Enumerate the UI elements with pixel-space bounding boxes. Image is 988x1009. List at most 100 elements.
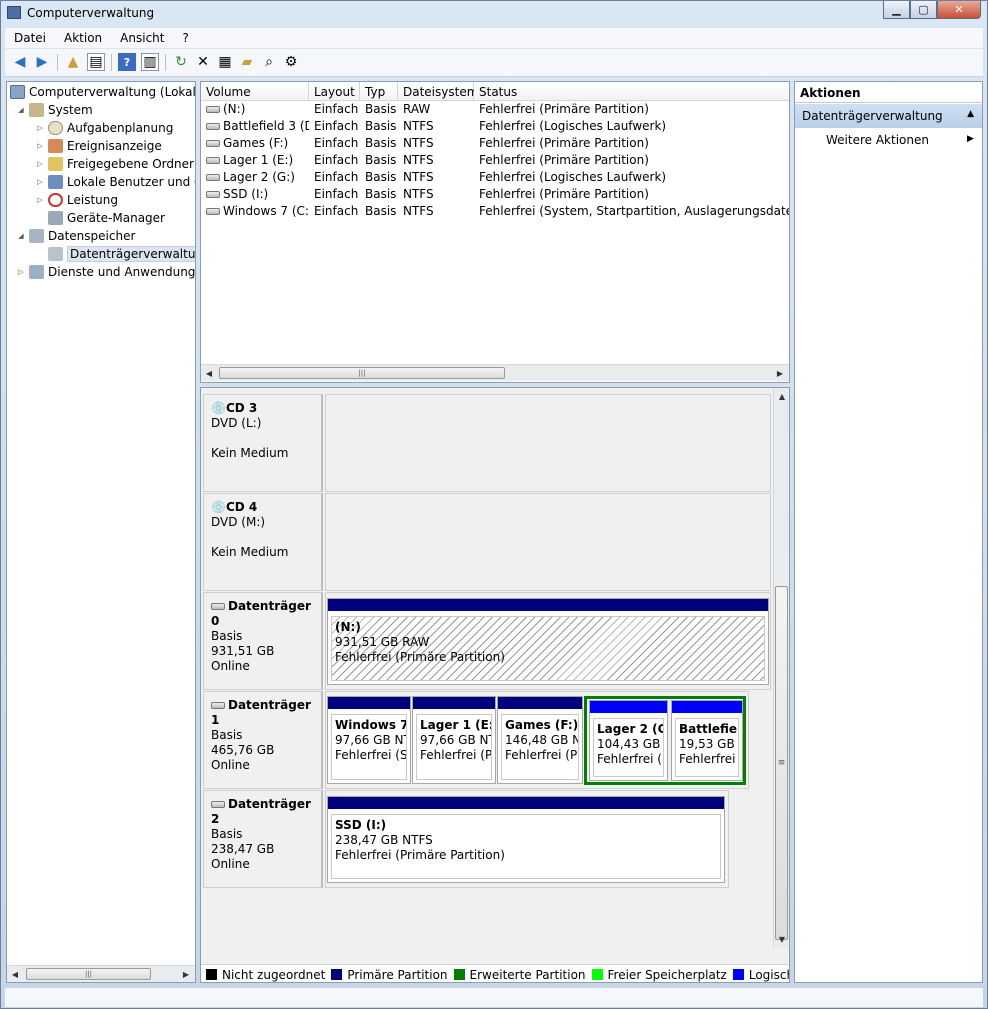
partition-n[interactable]: (N:) 931,51 GB RAW Fehlerfrei (Primäre P… — [327, 598, 769, 685]
help-icon[interactable]: ? — [118, 53, 136, 71]
tree-item-datenspeicher[interactable]: ◢ Datenspeicher — [16, 227, 135, 245]
partition-lager1[interactable]: Lager 1 (E:) 97,66 GB NTF Fehlerfrei (Pr… — [412, 696, 496, 784]
volume-row[interactable]: Games (F:) — [201, 136, 309, 153]
volume-cell[interactable]: Fehlerfrei (Logisches Laufwerk) — [474, 119, 789, 136]
tree-item-system[interactable]: ◢ System — [16, 101, 93, 119]
forward-arrow-icon[interactable]: ▶ — [33, 53, 51, 71]
volume-cell[interactable]: Einfach — [309, 136, 360, 153]
scroll-down-icon[interactable]: ▼ — [774, 931, 789, 947]
tree-item-dienste[interactable]: ▷ Dienste und Anwendungen — [16, 263, 195, 281]
partition-games[interactable]: Games (F:) 146,48 GB NTI Fehlerfrei (Pri… — [497, 696, 583, 784]
tree-item-aufgabenplanung[interactable]: ▷ Aufgabenplanung — [35, 119, 173, 137]
volume-cell[interactable]: Basis — [360, 153, 398, 170]
column-header-status[interactable]: Status — [474, 82, 789, 101]
scroll-up-icon[interactable]: ▲ — [774, 388, 789, 404]
scroll-right-icon[interactable]: ▶ — [772, 365, 788, 381]
disk-label-disk1[interactable]: Datenträger 1 Basis 465,76 GB Online — [203, 691, 323, 789]
action-weitere-aktionen[interactable]: Weitere Aktionen — [826, 133, 929, 147]
disk-label-cd4[interactable]: 💿CD 4 DVD (M:) Kein Medium — [203, 493, 323, 591]
actions-section-datentraegerverwaltung[interactable]: Datenträgerverwaltung ▲ — [795, 104, 982, 128]
scroll-left-icon[interactable]: ◀ — [201, 365, 217, 381]
volume-cell[interactable]: Einfach — [309, 119, 360, 136]
volume-cell[interactable]: Einfach — [309, 170, 360, 187]
volume-row[interactable]: (N:) — [201, 102, 309, 119]
volume-cell[interactable]: Fehlerfrei (Primäre Partition) — [474, 153, 789, 170]
volume-cell[interactable]: Basis — [360, 204, 398, 221]
volume-row[interactable]: Battlefield 3 (D:) — [201, 119, 309, 136]
show-hide-action-pane-icon[interactable]: ▥ — [141, 53, 159, 71]
expand-arrow-icon[interactable]: ▷ — [35, 196, 45, 204]
partition-ssd[interactable]: SSD (I:) 238,47 GB NTFS Fehlerfrei (Prim… — [327, 796, 725, 883]
volume-row[interactable]: SSD (I:) — [201, 187, 309, 204]
tree-item-geraete-manager[interactable]: Geräte-Manager — [48, 209, 165, 227]
volume-row[interactable]: Windows 7 (C:) — [201, 204, 309, 221]
menu-aktion[interactable]: Aktion — [55, 28, 111, 48]
search-icon[interactable]: ⌕ — [260, 53, 278, 71]
tree-item-computerverwaltung[interactable]: Computerverwaltung (Lokal) — [10, 83, 195, 101]
tree-item-lokale-benutzer[interactable]: ▷ Lokale Benutzer und Gruppen — [35, 173, 195, 191]
volume-cell[interactable]: NTFS — [398, 204, 474, 221]
volume-cell[interactable]: NTFS — [398, 170, 474, 187]
settings-icon[interactable]: ⚙ — [282, 53, 300, 71]
expand-arrow-icon[interactable]: ▷ — [35, 178, 45, 186]
scroll-right-icon[interactable]: ▶ — [178, 966, 194, 982]
column-header-layout[interactable]: Layout — [309, 82, 360, 101]
tree-horizontal-scrollbar[interactable]: ◀ ||| ▶ — [7, 965, 195, 982]
partition-battlefield[interactable]: Battlefield 19,53 GB N Fehlerfrei ( — [671, 700, 743, 781]
extended-partition[interactable]: Lager 2 (G:) 104,43 GB N Fehlerfrei (Lc … — [584, 696, 746, 785]
scroll-thumb[interactable]: ||| — [219, 367, 505, 379]
scroll-thumb[interactable]: ||| — [26, 968, 151, 980]
volume-cell[interactable]: Basis — [360, 102, 398, 119]
minimize-button[interactable]: ▁ — [883, 1, 910, 19]
menu-help[interactable]: ? — [173, 28, 197, 48]
collapse-arrow-icon[interactable]: ◢ — [16, 232, 26, 240]
disk-label-disk0[interactable]: Datenträger 0 Basis 931,51 GB Online — [203, 592, 323, 690]
volume-cell[interactable]: Basis — [360, 170, 398, 187]
tree-item-ereignisanzeige[interactable]: ▷ Ereignisanzeige — [35, 137, 162, 155]
disk-label-disk2[interactable]: Datenträger 2 Basis 238,47 GB Online — [203, 790, 323, 888]
expand-arrow-icon[interactable]: ▷ — [35, 160, 45, 168]
partition-lager2[interactable]: Lager 2 (G:) 104,43 GB N Fehlerfrei (Lc — [589, 700, 668, 781]
volume-cell[interactable]: NTFS — [398, 119, 474, 136]
volume-cell[interactable]: NTFS — [398, 153, 474, 170]
refresh-icon[interactable]: ↻ — [172, 53, 190, 71]
menu-datei[interactable]: Datei — [5, 28, 55, 48]
volume-cell[interactable]: Fehlerfrei (System, Startpartition, Ausl… — [474, 204, 789, 221]
expand-arrow-icon[interactable]: ▷ — [35, 142, 45, 150]
partition-windows7[interactable]: Windows 7 ( 97,66 GB NTF Fehlerfrei (Sy — [327, 696, 411, 784]
back-arrow-icon[interactable]: ◀ — [11, 53, 29, 71]
volume-cell[interactable]: Fehlerfrei (Primäre Partition) — [474, 136, 789, 153]
volume-cell[interactable]: NTFS — [398, 136, 474, 153]
expand-arrow-icon[interactable]: ▷ — [35, 124, 45, 132]
volume-cell[interactable]: Fehlerfrei (Primäre Partition) — [474, 102, 789, 119]
menu-ansicht[interactable]: Ansicht — [111, 28, 173, 48]
scroll-thumb[interactable]: ≡ — [775, 586, 788, 940]
collapse-arrow-icon[interactable]: ◢ — [16, 106, 26, 114]
collapse-up-icon[interactable]: ▲ — [967, 109, 974, 119]
volume-cell[interactable]: Einfach — [309, 187, 360, 204]
volume-cell[interactable]: Einfach — [309, 153, 360, 170]
volume-row[interactable]: Lager 2 (G:) — [201, 170, 309, 187]
volume-cell[interactable]: Basis — [360, 119, 398, 136]
column-header-typ[interactable]: Typ — [360, 82, 398, 101]
volume-row[interactable]: Lager 1 (E:) — [201, 153, 309, 170]
show-hide-tree-icon[interactable]: ▤ — [87, 53, 105, 71]
volume-cell[interactable]: Fehlerfrei (Primäre Partition) — [474, 187, 789, 204]
delete-icon[interactable]: ✕ — [194, 53, 212, 71]
volume-cell[interactable]: Einfach — [309, 204, 360, 221]
disk-label-cd3[interactable]: 💿CD 3 DVD (L:) Kein Medium — [203, 394, 323, 492]
expand-arrow-icon[interactable]: ▷ — [16, 268, 26, 276]
volume-cell[interactable]: RAW — [398, 102, 474, 119]
volume-cell[interactable]: Basis — [360, 187, 398, 204]
column-header-dateisystem[interactable]: Dateisystem — [398, 82, 478, 101]
column-header-volume[interactable]: Volume — [201, 82, 309, 101]
volume-cell[interactable]: Einfach — [309, 102, 360, 119]
submenu-arrow-icon[interactable]: ▶ — [967, 134, 974, 144]
volume-cell[interactable]: NTFS — [398, 187, 474, 204]
scroll-left-icon[interactable]: ◀ — [7, 966, 23, 982]
maximize-button[interactable]: ▢ — [910, 1, 937, 19]
volume-cell[interactable]: Fehlerfrei (Logisches Laufwerk) — [474, 170, 789, 187]
up-folder-icon[interactable]: ▲ — [64, 53, 82, 71]
graph-vertical-scrollbar[interactable]: ▲ ≡ ▼ — [773, 388, 789, 948]
tree-item-freigegebene-ordner[interactable]: ▷ Freigegebene Ordner — [35, 155, 194, 173]
